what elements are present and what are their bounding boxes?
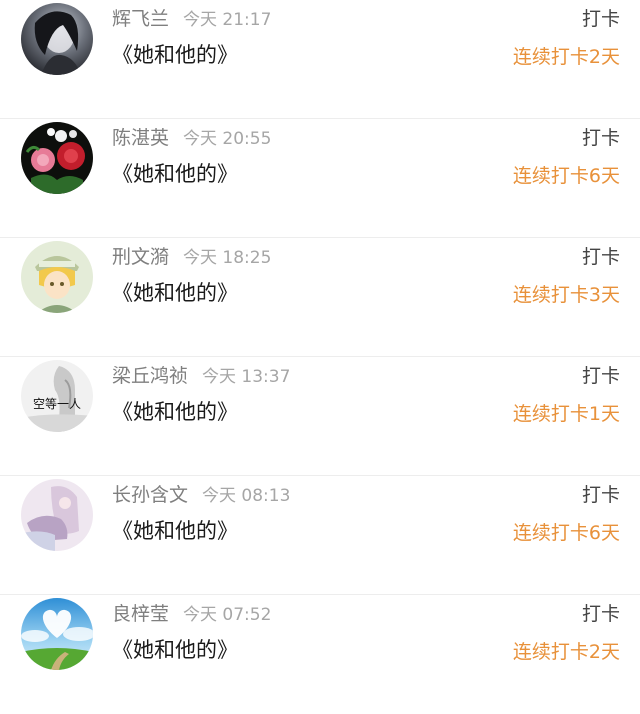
username[interactable]: 陈湛英 (112, 127, 169, 149)
checkin-button[interactable]: 打卡 (582, 599, 620, 629)
avatar[interactable] (21, 479, 93, 551)
username[interactable]: 良梓莹 (112, 603, 169, 625)
avatar-image (21, 3, 93, 75)
post-time: 今天 18:25 (183, 248, 272, 268)
streak-label: 连续打卡6天 (512, 165, 620, 187)
post-time: 今天 13:37 (202, 367, 291, 387)
post-content[interactable]: 《她和他的》 (112, 635, 238, 665)
checkin-button[interactable]: 打卡 (582, 361, 620, 391)
post-meta: 刑文漪 今天 18:25 (112, 242, 271, 272)
post-content[interactable]: 《她和他的》 (112, 516, 238, 546)
streak-label: 连续打卡1天 (512, 403, 620, 425)
feed-item[interactable]: 良梓莹 今天 07:52 《她和他的》 打卡 连续打卡2天 (0, 595, 640, 714)
feed-item[interactable]: 辉飞兰 今天 21:17 《她和他的》 打卡 连续打卡2天 (0, 0, 640, 119)
post-meta: 辉飞兰 今天 21:17 (112, 4, 271, 34)
streak-label: 连续打卡2天 (512, 46, 620, 68)
checkin-feed-list: 辉飞兰 今天 21:17 《她和他的》 打卡 连续打卡2天 陈湛英 今天 20:55 (0, 0, 640, 714)
username[interactable]: 梁丘鸿祯 (112, 365, 188, 387)
post-content[interactable]: 《她和他的》 (112, 397, 238, 427)
avatar[interactable] (21, 3, 93, 75)
username[interactable]: 长孙含文 (112, 484, 188, 506)
avatar-caption: 空等一人 (32, 397, 81, 411)
avatar[interactable] (21, 122, 93, 194)
streak-label: 连续打卡6天 (512, 522, 620, 544)
checkin-button[interactable]: 打卡 (582, 480, 620, 510)
avatar-image (21, 598, 93, 670)
avatar-image (21, 479, 93, 551)
feed-item[interactable]: 空等一人 梁丘鸿祯 今天 13:37 《她和他的》 打卡 连续打卡1天 (0, 357, 640, 476)
post-content[interactable]: 《她和他的》 (112, 159, 238, 189)
post-meta: 陈湛英 今天 20:55 (112, 123, 271, 153)
avatar[interactable] (21, 598, 93, 670)
post-time: 今天 21:17 (183, 10, 272, 30)
post-time: 今天 20:55 (183, 129, 272, 149)
post-meta: 梁丘鸿祯 今天 13:37 (112, 361, 290, 391)
post-meta: 长孙含文 今天 08:13 (112, 480, 290, 510)
feed-item[interactable]: 长孙含文 今天 08:13 《她和他的》 打卡 连续打卡6天 (0, 476, 640, 595)
checkin-button[interactable]: 打卡 (582, 242, 620, 272)
post-time: 今天 08:13 (202, 486, 291, 506)
streak-label: 连续打卡2天 (512, 641, 620, 663)
avatar-image (21, 241, 93, 313)
avatar-image (21, 122, 93, 194)
post-content[interactable]: 《她和他的》 (112, 40, 238, 70)
post-content[interactable]: 《她和他的》 (112, 278, 238, 308)
username[interactable]: 刑文漪 (112, 246, 169, 268)
streak-label: 连续打卡3天 (512, 284, 620, 306)
feed-item[interactable]: 刑文漪 今天 18:25 《她和他的》 打卡 连续打卡3天 (0, 238, 640, 357)
post-meta: 良梓莹 今天 07:52 (112, 599, 271, 629)
username[interactable]: 辉飞兰 (112, 8, 169, 30)
checkin-button[interactable]: 打卡 (582, 4, 620, 34)
post-time: 今天 07:52 (183, 605, 272, 625)
feed-item[interactable]: 陈湛英 今天 20:55 《她和他的》 打卡 连续打卡6天 (0, 119, 640, 238)
avatar[interactable] (21, 241, 93, 313)
checkin-button[interactable]: 打卡 (582, 123, 620, 153)
avatar[interactable]: 空等一人 (21, 360, 93, 432)
